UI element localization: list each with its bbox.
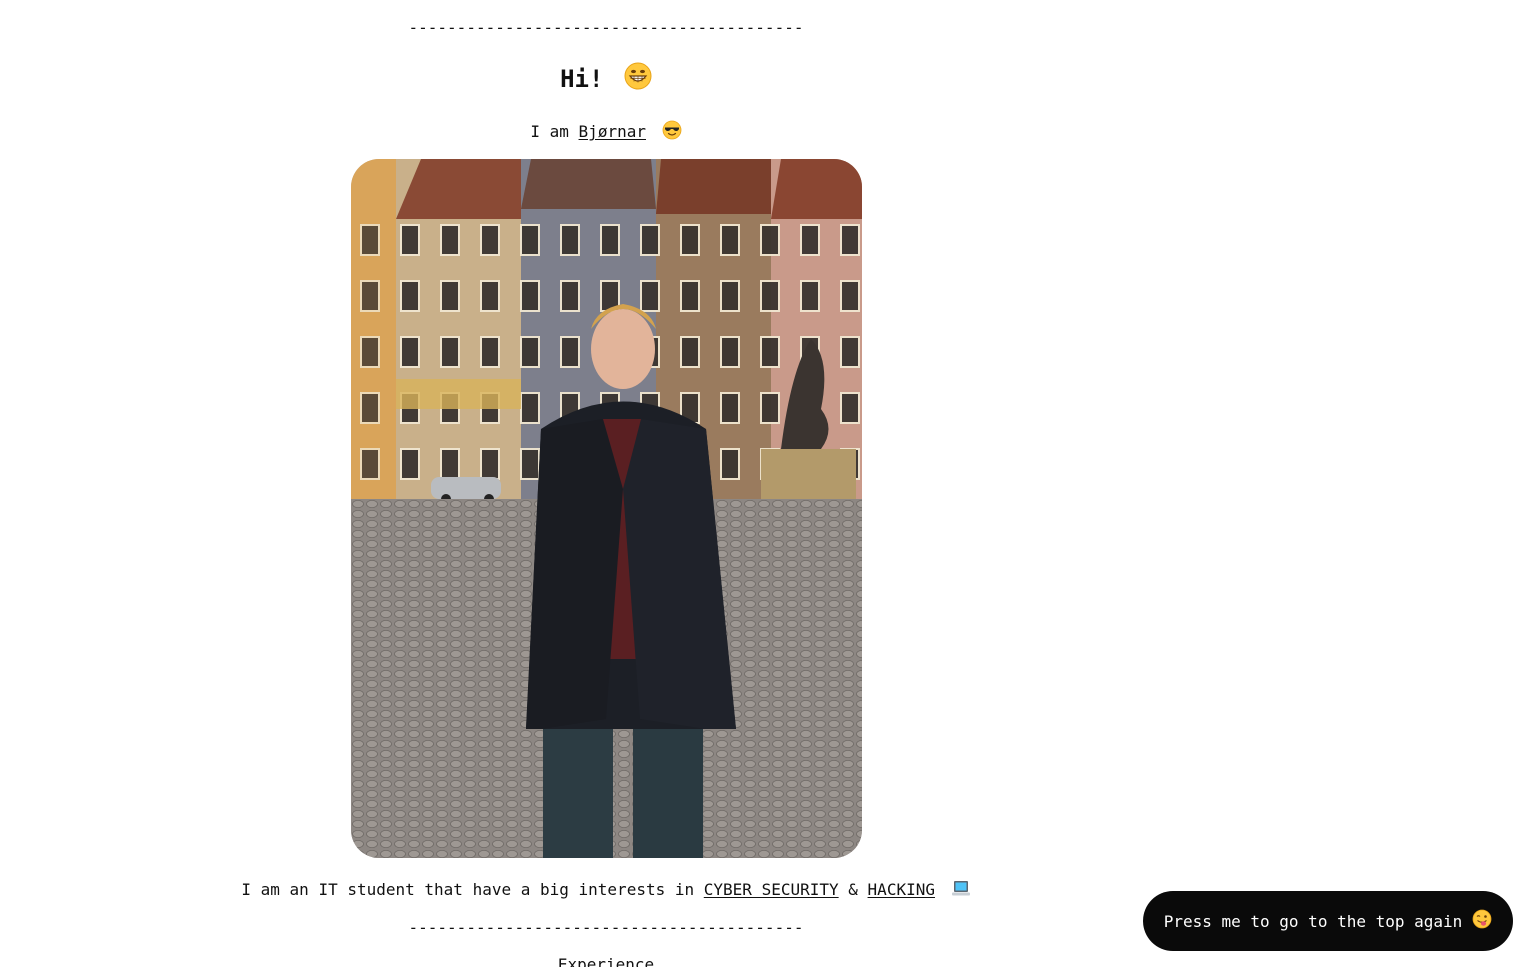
ampersand: & (848, 880, 858, 899)
scroll-to-top-button[interactable]: Press me to go to the top again (1143, 891, 1513, 951)
hacking-link[interactable]: HACKING (868, 880, 935, 899)
laptop-icon (951, 880, 971, 902)
intro-prefix: I am (530, 122, 569, 141)
greeting-text: Hi! (560, 65, 604, 93)
profile-photo (351, 159, 862, 858)
name-link[interactable]: Bjørnar (579, 122, 646, 141)
cyber-security-link[interactable]: CYBER SECURITY (704, 880, 839, 899)
page: ----------------------------------------… (0, 0, 1523, 967)
scroll-to-top-label: Press me to go to the top again (1163, 911, 1463, 931)
divider-top: ----------------------------------------… (408, 18, 804, 37)
tongue-wink-face-icon (1472, 909, 1492, 933)
grinning-face-icon (624, 62, 652, 96)
intro-line: I am Bjørnar (0, 120, 1212, 144)
divider-bottom: ----------------------------------------… (408, 918, 804, 937)
experience-heading: Experience (557, 955, 655, 967)
greeting-heading: Hi! (0, 62, 1212, 96)
sunglasses-face-icon (662, 120, 682, 144)
interest-line: I am an IT student that have a big inter… (0, 880, 1212, 902)
interest-prefix: I am an IT student that have a big inter… (241, 880, 695, 899)
